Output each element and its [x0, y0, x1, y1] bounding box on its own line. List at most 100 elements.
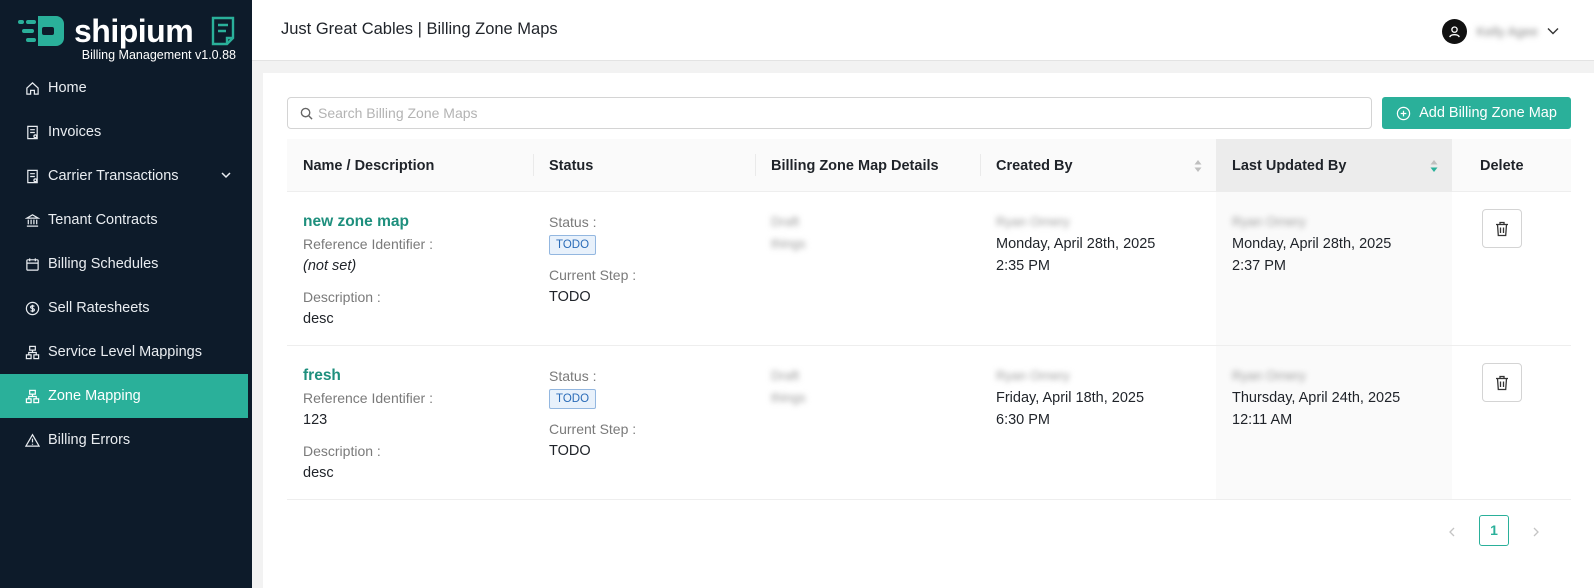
sidebar-item-billing-schedules[interactable]: Billing Schedules — [0, 242, 252, 286]
user-menu[interactable]: Kelly Agee — [1441, 18, 1560, 44]
updated-by-cell: Ryan Ornery Thursday, April 24th, 2025 1… — [1216, 346, 1452, 499]
updated-by-cell: Ryan Ornery Monday, April 28th, 2025 2:3… — [1216, 192, 1452, 345]
brand-logo[interactable]: shipium Billing Management v1.0.88 — [18, 14, 236, 64]
sidebar-item-label: Zone Mapping — [48, 388, 141, 404]
column-header-details: Billing Zone Map Details — [755, 139, 980, 192]
description-value: desc — [303, 311, 334, 327]
sidebar-item-home[interactable]: Home — [0, 66, 252, 110]
description-value: desc — [303, 465, 334, 481]
details-line: things — [771, 236, 806, 251]
main-content: Add Billing Zone Map Name / Description … — [263, 73, 1594, 588]
chevron-down-icon[interactable] — [220, 169, 232, 181]
column-header-label: Last Updated By — [1232, 157, 1347, 174]
created-by-cell: Ryan Ornery Monday, April 28th, 2025 2:3… — [980, 192, 1216, 345]
page-number-button[interactable]: 1 — [1479, 514, 1509, 546]
warning-icon — [24, 432, 40, 448]
zone-map-name-link[interactable]: fresh — [303, 365, 533, 387]
mapping-icon — [24, 344, 40, 360]
plus-circle-icon — [1396, 106, 1411, 120]
reference-value: 123 — [303, 412, 328, 428]
sidebar-item-invoices[interactable]: Invoices — [0, 110, 252, 154]
brand-name: shipium — [74, 13, 194, 49]
transactions-icon — [24, 168, 40, 184]
sidebar-item-zone-mapping[interactable]: Zone Mapping — [0, 374, 248, 418]
name-cell: new zone map Reference Identifier : (not… — [287, 192, 533, 345]
details-line: things — [771, 390, 806, 405]
reference-label: Reference Identifier : — [303, 390, 433, 406]
home-icon — [24, 80, 40, 96]
delete-cell — [1452, 192, 1571, 345]
sidebar-item-label: Service Level Mappings — [48, 344, 202, 360]
created-time: 2:35 PM — [996, 258, 1050, 274]
created-by-user: Ryan Ornery — [996, 214, 1070, 229]
sort-icon[interactable] — [1194, 158, 1202, 174]
created-by-user: Ryan Ornery — [996, 368, 1070, 383]
current-step-value: TODO — [549, 289, 591, 305]
sidebar-item-label: Invoices — [48, 124, 102, 140]
user-name: Kelly Agee — [1476, 23, 1538, 39]
search-input[interactable] — [318, 98, 1358, 128]
search-box[interactable] — [287, 97, 1372, 129]
add-button-label: Add Billing Zone Map — [1419, 105, 1557, 121]
page-title: Just Great Cables | Billing Zone Maps — [281, 20, 558, 38]
column-header-last-updated-by[interactable]: Last Updated By — [1216, 139, 1452, 192]
pagination: 1 — [1447, 514, 1543, 546]
updated-by-user: Ryan Ornery — [1232, 368, 1306, 383]
sidebar-item-label: Tenant Contracts — [48, 212, 158, 228]
sidebar-item-label: Billing Errors — [48, 432, 131, 448]
table-row: new zone map Reference Identifier : (not… — [287, 192, 1571, 346]
sidebar-item-carrier-transactions[interactable]: Carrier Transactions — [0, 154, 252, 198]
details-line: Draft — [771, 214, 800, 229]
sidebar-item-label: Billing Schedules — [48, 256, 159, 272]
calendar-icon — [24, 256, 40, 272]
sort-icon[interactable] — [1430, 158, 1438, 174]
zone-map-name-link[interactable]: new zone map — [303, 211, 533, 233]
invoice-icon — [24, 124, 40, 140]
billing-zone-maps-table: Name / Description Status Billing Zone M… — [287, 139, 1571, 500]
chevron-left-icon[interactable] — [1447, 524, 1459, 537]
updated-date: Thursday, April 24th, 2025 — [1232, 390, 1401, 406]
status-cell: Status : TODO Current Step : TODO — [533, 192, 755, 345]
search-icon — [300, 107, 313, 120]
column-header-name: Name / Description — [303, 157, 435, 174]
sidebar-item-label: Home — [48, 80, 87, 96]
add-billing-zone-map-button[interactable]: Add Billing Zone Map — [1382, 97, 1571, 129]
delete-button[interactable] — [1482, 209, 1522, 248]
sidebar-item-sell-ratesheets[interactable]: Sell Ratesheets — [0, 286, 252, 330]
status-cell: Status : TODO Current Step : TODO — [533, 346, 755, 499]
trash-icon — [1496, 375, 1508, 390]
top-header: Just Great Cables | Billing Zone Maps Ke… — [252, 0, 1594, 61]
avatar[interactable] — [1441, 18, 1467, 44]
chevron-down-icon[interactable] — [1546, 24, 1560, 38]
sidebar-item-billing-errors[interactable]: Billing Errors — [0, 418, 252, 462]
created-by-cell: Ryan Ornery Friday, April 18th, 2025 6:3… — [980, 346, 1216, 499]
current-step-value: TODO — [549, 443, 591, 459]
sidebar-nav: Home Invoices Carrier Transactions Tenan… — [0, 66, 252, 462]
sidebar-item-label: Carrier Transactions — [48, 168, 179, 184]
details-cell: Draft things — [755, 192, 980, 345]
column-header-delete: Delete — [1480, 157, 1524, 174]
updated-date: Monday, April 28th, 2025 — [1232, 236, 1392, 252]
updated-by-user: Ryan Ornery — [1232, 214, 1306, 229]
description-label: Description : — [303, 289, 381, 305]
sidebar-item-service-level-mappings[interactable]: Service Level Mappings — [0, 330, 252, 374]
trash-icon — [1496, 221, 1508, 236]
status-label: Status : — [549, 214, 597, 230]
created-date: Monday, April 28th, 2025 — [996, 236, 1156, 252]
mapping-icon — [24, 388, 40, 404]
column-header-status: Status — [533, 139, 755, 192]
table-row: fresh Reference Identifier : 123 Descrip… — [287, 346, 1571, 500]
updated-time: 2:37 PM — [1232, 258, 1286, 274]
current-step-label: Current Step : — [549, 421, 637, 437]
column-header-created-by[interactable]: Created By — [980, 139, 1216, 192]
dollar-icon — [24, 300, 40, 316]
sidebar-item-tenant-contracts[interactable]: Tenant Contracts — [0, 198, 252, 242]
table-header: Name / Description Status Billing Zone M… — [287, 139, 1571, 192]
delete-button[interactable] — [1482, 363, 1522, 402]
chevron-right-icon[interactable] — [1531, 524, 1543, 537]
reference-value: (not set) — [303, 258, 357, 274]
description-label: Description : — [303, 443, 381, 459]
created-time: 6:30 PM — [996, 412, 1050, 428]
details-line: Draft — [771, 368, 800, 383]
status-badge: TODO — [549, 235, 597, 255]
